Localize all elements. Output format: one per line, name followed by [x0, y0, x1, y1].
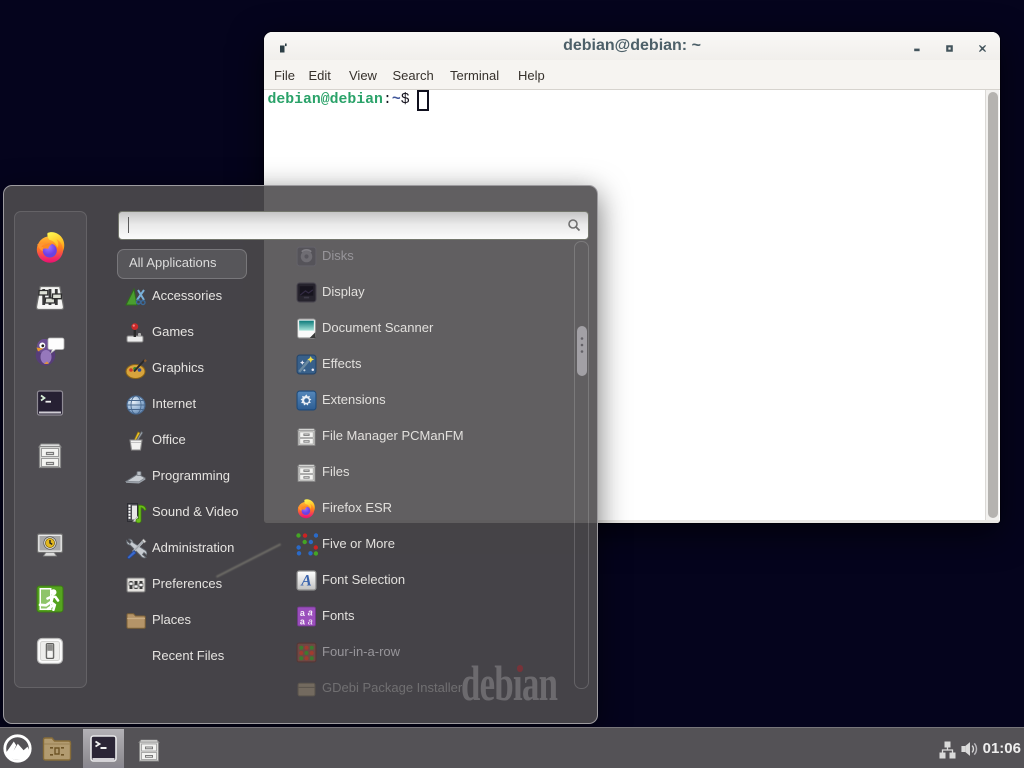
svg-text:A: A	[300, 573, 312, 590]
svg-text:a: a	[308, 616, 313, 626]
